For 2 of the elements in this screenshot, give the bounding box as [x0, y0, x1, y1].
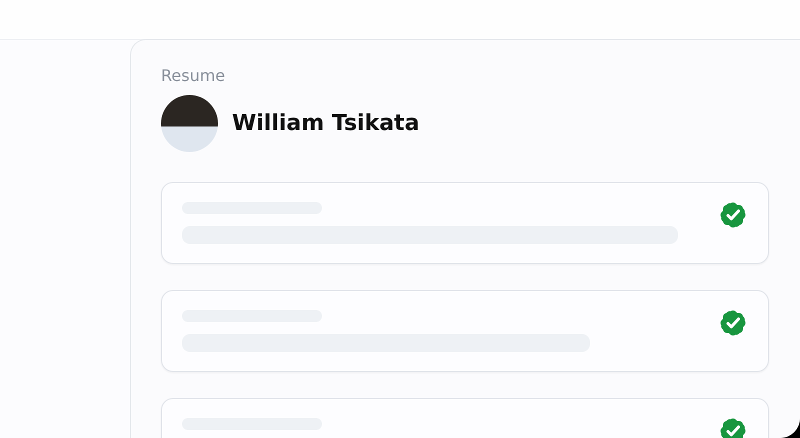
person-name: William Tsikata — [232, 111, 420, 136]
section-label: Resume — [161, 66, 226, 86]
